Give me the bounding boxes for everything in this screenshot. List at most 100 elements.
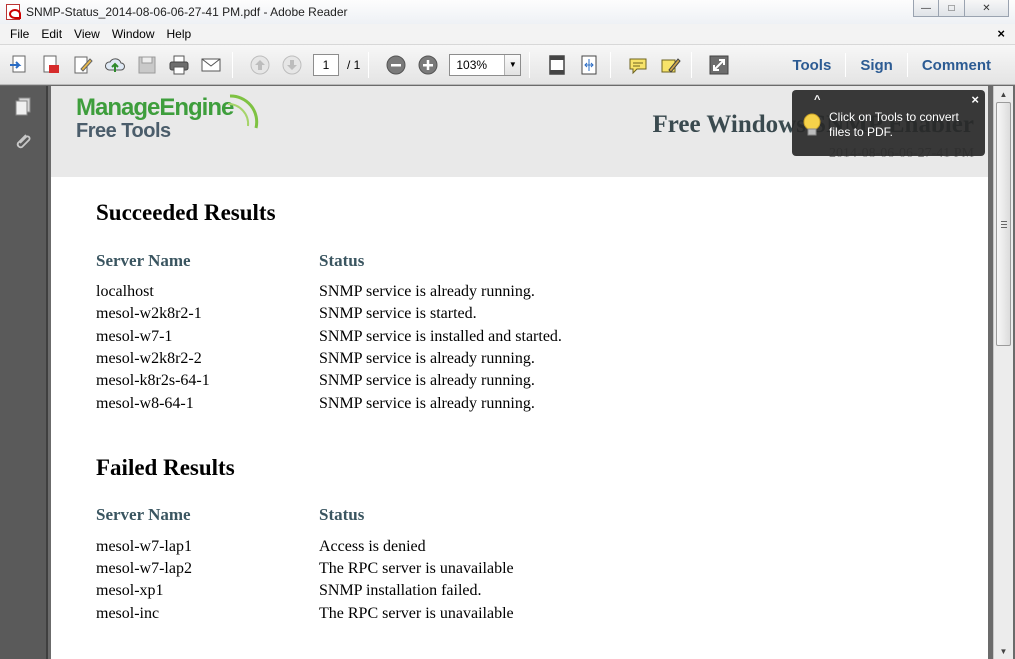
status-cell: Access is denied [319,538,426,555]
tooltip-close-button[interactable]: × [971,92,979,107]
server-name-cell: mesol-w8-64-1 [96,395,194,412]
page-thumbnails-icon[interactable] [10,94,36,120]
server-name-cell: mesol-w7-lap2 [96,560,192,577]
status-cell: The RPC server is unavailable [319,605,514,622]
next-page-icon[interactable] [279,52,305,78]
table-row: mesol-w2k8r2-1 SNMP service is started. [96,305,696,327]
table-row: mesol-k8r2s-64-1 SNMP service is already… [96,372,696,394]
menu-edit[interactable]: Edit [35,27,68,41]
previous-page-icon[interactable] [247,52,273,78]
status-cell: SNMP service is already running. [319,372,535,389]
window-title: SNMP-Status_2014-08-06-06-27-41 PM.pdf -… [26,5,348,19]
status-cell: SNMP service is installed and started. [319,328,562,345]
server-name-cell: mesol-inc [96,605,160,622]
status-cell: SNMP service is already running. [319,283,535,300]
tooltip-arrow: ^ [814,94,821,106]
toolbar-separator [368,51,370,78]
table-row: mesol-w7-lap2 The RPC server is unavaila… [96,560,696,582]
fit-width-icon[interactable] [576,52,602,78]
full-screen-icon[interactable] [706,52,732,78]
close-window-button[interactable]: ✕ [965,0,1009,17]
menu-window[interactable]: Window [106,27,161,41]
succeeded-col-status: Status [319,251,365,270]
server-name-cell: mesol-k8r2s-64-1 [96,372,210,389]
close-document-button[interactable]: × [997,26,1005,41]
zoom-select[interactable]: 103% ▼ [449,53,522,76]
status-cell: SNMP service is already running. [319,350,535,367]
tooltip-text: Click on Tools to convert files to PDF. [829,110,959,139]
tools-tip-popup: ^ × Click on Tools to convert files to P… [792,90,985,156]
navigation-pane [0,86,48,659]
server-name-cell: mesol-w7-1 [96,328,173,345]
server-name-cell: mesol-w2k8r2-1 [96,305,202,322]
page-total: / 1 [347,57,361,72]
table-row: mesol-xp1 SNMP installation failed. [96,582,696,604]
attachments-paperclip-icon[interactable] [10,128,36,154]
toolbar-separator [610,51,612,78]
open-file-icon[interactable] [6,52,32,78]
toolbar-panels: Tools Sign Comment [778,45,1005,85]
logo-sub-text: Free Tools [76,120,171,142]
manageengine-logo: ManageEngine Free Tools [76,94,259,143]
scroll-up-arrow-icon[interactable]: ▲ [994,86,1013,102]
toolbar: 1 / 1 103% ▼ Tools Sign Comment [0,45,1015,85]
zoom-out-icon[interactable] [383,52,409,78]
lightbulb-icon [803,113,821,136]
status-cell: The RPC server is unavailable [319,560,514,577]
table-row: mesol-w7-lap1 Access is denied [96,538,696,560]
server-name-cell: mesol-w2k8r2-2 [96,350,202,367]
failed-col-status: Status [319,505,365,524]
sticky-note-comment-icon[interactable] [625,52,651,78]
chevron-down-icon[interactable]: ▼ [504,54,521,75]
status-cell: SNMP service is started. [319,305,477,322]
vertical-scrollbar[interactable]: ▲ ▼ [993,86,1013,659]
status-cell: SNMP service is already running. [319,395,535,412]
status-cell: SNMP installation failed. [319,582,482,599]
comment-pane-button[interactable]: Comment [908,57,1005,74]
pdf-file-icon [6,4,21,20]
create-pdf-icon[interactable] [38,52,64,78]
window-controls: — □ ✕ [913,0,1009,17]
toolbar-separator [691,51,693,78]
save-icon[interactable] [134,52,160,78]
minimize-button[interactable]: — [913,0,939,17]
zoom-in-icon[interactable] [415,52,441,78]
print-icon[interactable] [166,52,192,78]
menu-file[interactable]: File [0,27,35,41]
logo-main-text: ManageEngine [76,94,234,121]
succeeded-col-server-name: Server Name [96,251,191,270]
window-titlebar: SNMP-Status_2014-08-06-06-27-41 PM.pdf -… [0,0,1015,24]
menu-view[interactable]: View [68,27,106,41]
sign-pane-button[interactable]: Sign [846,57,907,74]
server-name-cell: mesol-w7-lap1 [96,538,192,555]
document-viewport[interactable]: ManageEngine Free Tools Free Windows SNM… [48,86,993,659]
maximize-button[interactable]: □ [939,0,965,17]
table-row: localhost SNMP service is already runnin… [96,283,696,305]
fit-page-icon[interactable] [544,52,570,78]
failed-col-server-name: Server Name [96,505,191,524]
table-row: mesol-w2k8r2-2 SNMP service is already r… [96,350,696,372]
server-name-cell: localhost [96,283,154,300]
highlight-text-icon[interactable] [657,52,683,78]
menu-bar: File Edit View Window Help × [0,24,1015,45]
table-row: mesol-w8-64-1 SNMP service is already ru… [96,395,696,417]
tools-pane-button[interactable]: Tools [778,57,845,74]
page-number-input[interactable]: 1 [313,53,339,76]
server-name-cell: mesol-xp1 [96,582,164,599]
scrollbar-thumb[interactable] [996,102,1011,346]
failed-results-heading: Failed Results [96,455,235,480]
toolbar-separator [232,51,233,78]
toolbar-separator [529,51,531,78]
upload-cloud-icon[interactable] [102,52,128,78]
scrollbar-grip-icon [1001,221,1007,228]
table-row: mesol-inc The RPC server is unavailable [96,605,696,627]
pdf-page: ManageEngine Free Tools Free Windows SNM… [51,86,988,659]
logo-arc-icon [227,94,259,129]
edit-document-icon[interactable] [70,52,96,78]
zoom-value: 103% [456,57,488,72]
email-icon[interactable] [198,52,224,78]
succeeded-results-heading: Succeeded Results [96,200,276,225]
table-row: mesol-w7-1 SNMP service is installed and… [96,328,696,350]
menu-help[interactable]: Help [161,27,198,41]
scroll-down-arrow-icon[interactable]: ▼ [994,643,1013,659]
